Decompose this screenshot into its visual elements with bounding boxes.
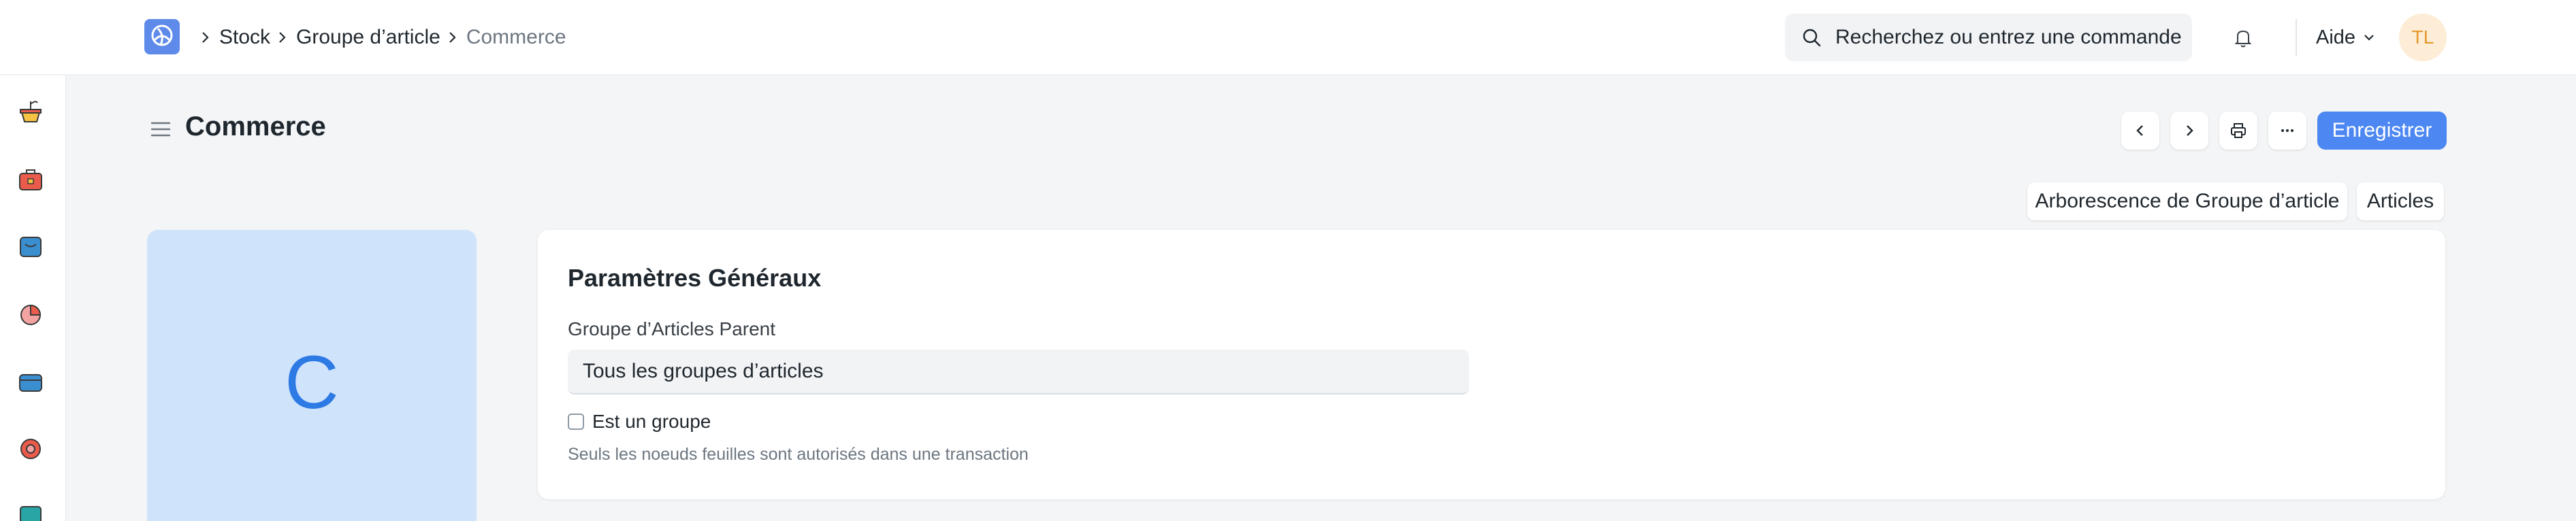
is-group-help-text: Seuls les noeuds feuilles sont autorisés… bbox=[568, 445, 1029, 464]
plant-icon[interactable] bbox=[15, 96, 46, 127]
page-title: Commerce bbox=[185, 112, 326, 141]
breadcrumb-stock[interactable]: Stock bbox=[219, 26, 270, 49]
print-button[interactable] bbox=[2219, 112, 2257, 150]
parent-group-label: Groupe d’Articles Parent bbox=[568, 318, 776, 339]
chart-pie-icon[interactable] bbox=[15, 299, 46, 330]
package-icon[interactable] bbox=[15, 231, 46, 262]
avatar[interactable]: TL bbox=[2399, 14, 2447, 61]
top-navbar: Stock Groupe d’article Commerce Recherch… bbox=[0, 0, 2576, 75]
breadcrumb-item-group[interactable]: Groupe d’article bbox=[296, 26, 440, 49]
chevron-down-icon bbox=[2364, 35, 2374, 41]
image-placeholder-letter: C bbox=[285, 341, 339, 424]
is-group-label: Est un groupe bbox=[592, 411, 711, 432]
is-group-row[interactable]: Est un groupe bbox=[568, 411, 711, 433]
search-icon bbox=[1803, 29, 1821, 47]
form-card: Paramètres Généraux Groupe d’Articles Pa… bbox=[538, 230, 2445, 499]
wallet-icon[interactable] bbox=[15, 367, 46, 398]
more-horizontal-icon bbox=[2281, 129, 2293, 132]
is-group-checkbox[interactable] bbox=[568, 414, 584, 430]
sidebar bbox=[0, 75, 66, 521]
help-dropdown[interactable]: Aide bbox=[2316, 0, 2377, 75]
item-group-tree-link[interactable]: Arborescence de Groupe d’article bbox=[2027, 182, 2347, 220]
chevron-right-icon bbox=[196, 29, 214, 46]
search-placeholder: Recherchez ou entrez une commande bbox=[1835, 26, 2182, 48]
inventory-icon[interactable] bbox=[15, 500, 46, 521]
breadcrumb: Stock Groupe d’article Commerce bbox=[193, 0, 566, 75]
parent-group-field[interactable]: Tous les groupes d’articles bbox=[568, 350, 1469, 394]
section-title: Paramètres Généraux bbox=[568, 264, 822, 292]
save-button[interactable]: Enregistrer bbox=[2317, 112, 2447, 150]
navbar-divider bbox=[2296, 19, 2297, 56]
chevron-right-icon bbox=[2187, 125, 2193, 136]
chevron-right-icon bbox=[273, 29, 291, 46]
items-link[interactable]: Articles bbox=[2357, 182, 2444, 220]
help-label: Aide bbox=[2316, 26, 2356, 48]
search-input[interactable]: Recherchez ou entrez une commande bbox=[1785, 14, 2192, 61]
image-placeholder[interactable]: C bbox=[147, 230, 477, 521]
toolbox-icon[interactable] bbox=[15, 164, 46, 195]
app-logo-icon[interactable] bbox=[144, 19, 180, 54]
chevron-left-icon bbox=[2136, 125, 2143, 136]
breadcrumb-current[interactable]: Commerce bbox=[466, 26, 566, 49]
more-button[interactable] bbox=[2268, 112, 2306, 150]
chevron-right-icon bbox=[443, 29, 461, 46]
notification-bell-icon[interactable] bbox=[2232, 26, 2255, 49]
sidebar-toggle-icon[interactable] bbox=[150, 120, 172, 139]
previous-button[interactable] bbox=[2121, 112, 2159, 150]
printer-icon bbox=[2231, 123, 2246, 138]
support-icon[interactable] bbox=[15, 433, 46, 465]
next-button[interactable] bbox=[2170, 112, 2208, 150]
